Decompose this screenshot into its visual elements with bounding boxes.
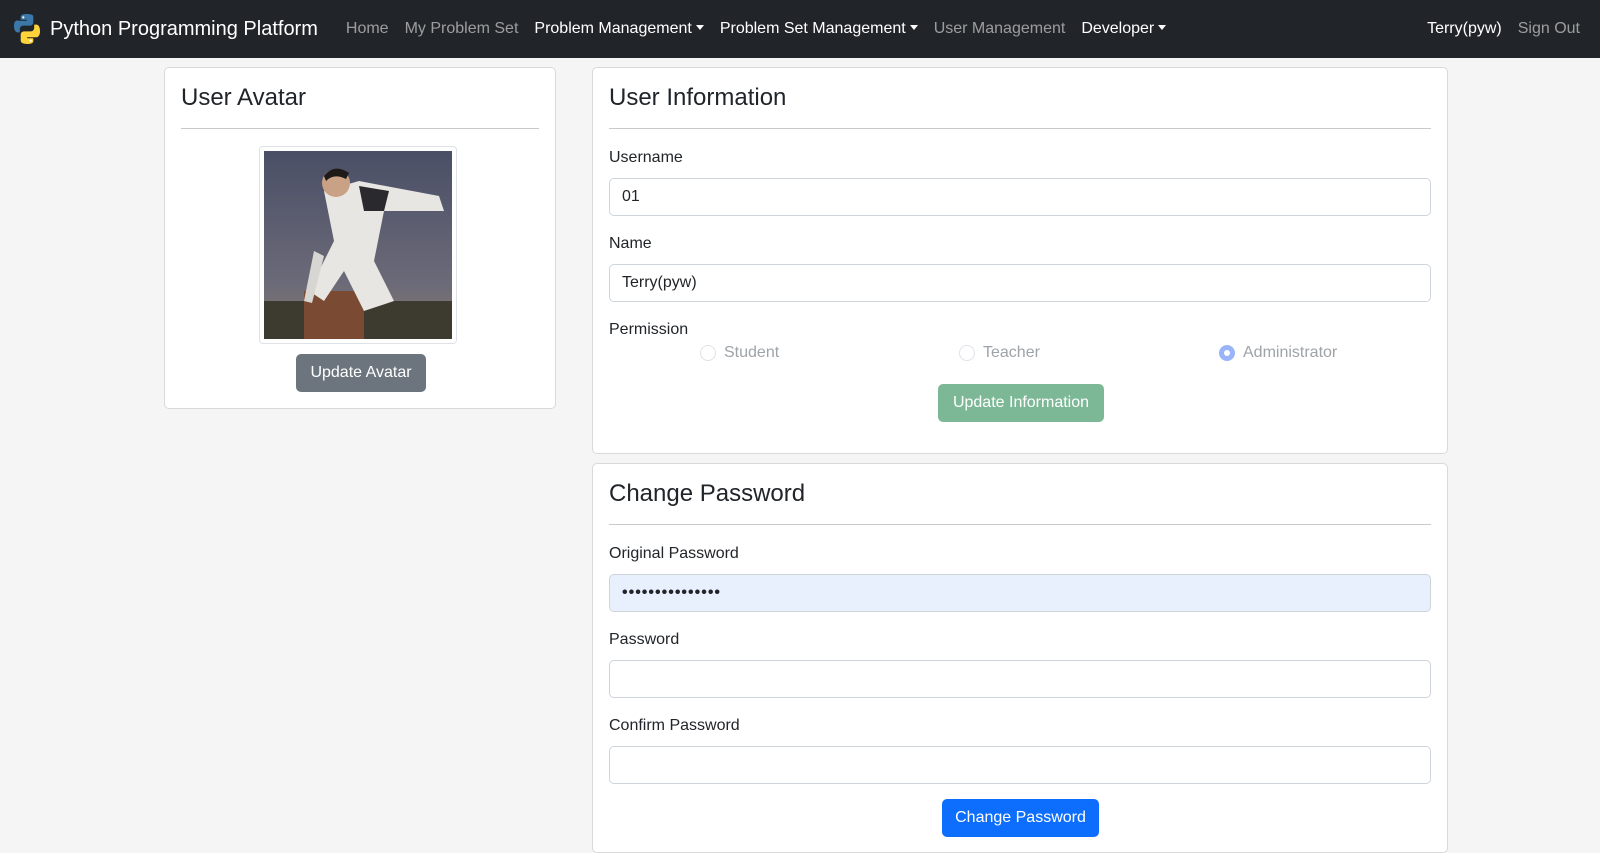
radio-label: Teacher	[983, 344, 1040, 361]
password-mask: •••••••••••••••	[622, 584, 722, 601]
radio-button[interactable]	[959, 345, 975, 361]
permission-label: Permission	[609, 321, 689, 338]
original-password-label: Original Password	[609, 545, 739, 562]
update-avatar-button[interactable]: Update Avatar	[296, 354, 426, 392]
new-password-input[interactable]	[609, 660, 1431, 698]
confirm-password-label: Confirm Password	[609, 717, 740, 734]
nav-sign-out[interactable]: Sign Out	[1510, 20, 1588, 38]
caret-down-icon	[1158, 25, 1167, 30]
radio-label: Student	[724, 344, 780, 361]
nav-problem-set-management-label: Problem Set Management	[719, 20, 906, 37]
radio-label: Administrator	[1243, 344, 1338, 361]
radio-button-checked[interactable]	[1219, 345, 1235, 361]
nav-my-problem-set[interactable]: My Problem Set	[397, 20, 527, 38]
update-information-button[interactable]: Update Information	[938, 384, 1104, 422]
nav-home[interactable]: Home	[338, 20, 397, 38]
brand[interactable]: Python Programming Platform	[12, 13, 318, 45]
nav-problem-set-management-dropdown[interactable]: Problem Set Management	[712, 20, 926, 38]
nav-problem-management-label: Problem Management	[534, 20, 692, 37]
divider	[609, 128, 1431, 129]
name-input[interactable]: Terry(pyw)	[609, 264, 1431, 302]
nav-user-management[interactable]: User Management	[926, 20, 1074, 38]
password-label: Password	[609, 631, 680, 648]
python-logo-icon	[14, 14, 40, 44]
top-navbar: Python Programming Platform Home My Prob…	[0, 0, 1600, 58]
nav-right: Terry(pyw) Sign Out	[1419, 20, 1588, 38]
brand-title: Python Programming Platform	[50, 17, 318, 40]
avatar-card-title: User Avatar	[181, 84, 306, 111]
confirm-password-input[interactable]	[609, 746, 1431, 784]
avatar-image	[264, 151, 452, 339]
permission-radio-teacher[interactable]: Teacher	[959, 344, 1040, 362]
nav-links: Home My Problem Set Problem Management P…	[338, 20, 1174, 38]
nav-developer-dropdown[interactable]: Developer	[1073, 20, 1174, 38]
change-password-card: Change Password Original Password ••••••…	[592, 463, 1448, 853]
username-label: Username	[609, 149, 683, 166]
nav-problem-management-dropdown[interactable]: Problem Management	[526, 20, 711, 38]
caret-down-icon	[695, 25, 704, 30]
divider	[181, 128, 539, 129]
change-password-title: Change Password	[609, 480, 806, 507]
permission-radio-student[interactable]: Student	[700, 344, 779, 362]
avatar-image-frame	[259, 146, 457, 344]
nav-developer-label: Developer	[1081, 20, 1155, 37]
caret-down-icon	[909, 25, 918, 30]
radio-button[interactable]	[700, 345, 716, 361]
nav-current-user[interactable]: Terry(pyw)	[1419, 20, 1510, 38]
user-information-title: User Information	[609, 84, 787, 111]
permission-radio-administrator[interactable]: Administrator	[1219, 344, 1337, 362]
change-password-button[interactable]: Change Password	[942, 799, 1099, 837]
original-password-input[interactable]: •••••••••••••••	[609, 574, 1431, 612]
user-information-card: User Information Username 01 Name Terry(…	[592, 67, 1448, 454]
name-label: Name	[609, 235, 652, 252]
avatar-card: User Avatar Update Avatar	[164, 67, 556, 409]
divider	[609, 524, 1431, 525]
username-input[interactable]: 01	[609, 178, 1431, 216]
